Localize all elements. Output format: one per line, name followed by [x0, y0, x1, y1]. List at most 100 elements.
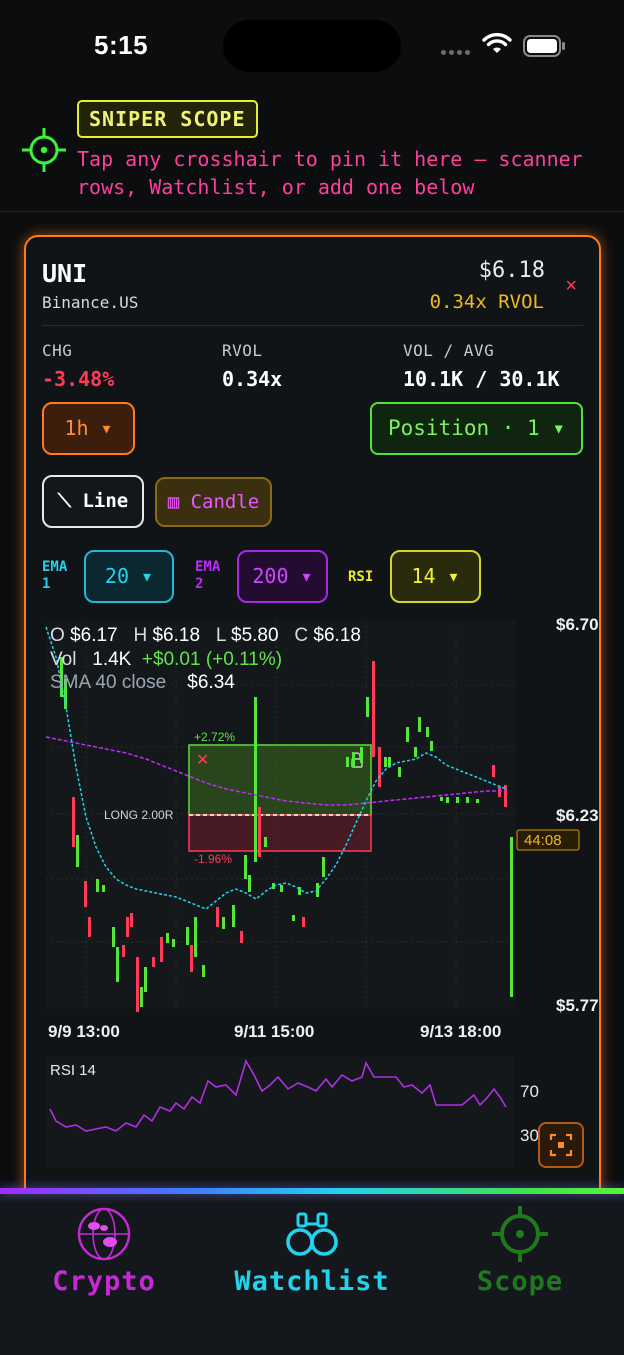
scope-hint-text: Tap any crosshair to pin it here — scann…: [77, 147, 583, 199]
crosshair-icon: [22, 128, 66, 172]
candle: [264, 837, 267, 847]
candle: [216, 907, 219, 927]
candle: [398, 767, 401, 777]
rsi-level-70: 70: [520, 1082, 539, 1101]
x-label-3: 9/13 18:00: [420, 1022, 501, 1041]
x-label-1: 9/9 13:00: [48, 1022, 120, 1041]
candle: [160, 937, 163, 962]
candle: [190, 945, 193, 972]
ema2-label: EMA 2: [195, 559, 221, 592]
sma-readout: SMA 40 close $6.34: [50, 672, 235, 693]
tabbar-accent-line: [0, 1188, 624, 1194]
tab-crypto-label: Crypto: [52, 1266, 156, 1297]
tab-crypto[interactable]: Crypto: [0, 1200, 208, 1310]
battery-icon: [523, 35, 565, 57]
candle: [440, 797, 443, 801]
symbol-name: UNI: [42, 259, 88, 288]
line-chart-button[interactable]: ⟍ Line: [42, 475, 144, 528]
tab-scope[interactable]: Scope: [416, 1200, 624, 1310]
candle: [456, 797, 459, 803]
candle-chart-button[interactable]: ▥ Candle: [155, 477, 272, 527]
tp-percent: +2.72%: [194, 730, 235, 744]
candle: [492, 765, 495, 777]
position-dropdown[interactable]: Position · 1 ▾: [370, 402, 583, 455]
rsi-level-30: 30: [520, 1126, 539, 1145]
candle: [166, 933, 169, 943]
candle: [136, 957, 139, 1012]
candle: [406, 727, 409, 742]
candle: [232, 905, 235, 927]
candle: [140, 987, 143, 1007]
candle: [144, 967, 147, 992]
card-divider: [42, 325, 583, 326]
last-price: $6.18: [478, 258, 545, 283]
status-time: 5:15: [94, 30, 149, 60]
candle: [510, 837, 513, 997]
x-label-2: 9/11 15:00: [234, 1022, 314, 1041]
candle: [258, 807, 261, 857]
candle: [384, 757, 387, 767]
rvol-label: RVOL: [222, 341, 263, 360]
ema1-dropdown[interactable]: 20 ▾: [84, 550, 174, 603]
tab-watchlist[interactable]: Watchlist: [208, 1200, 416, 1310]
rsi-label: RSI: [348, 569, 374, 585]
volume-readout: Vol 1.4K +$0.01 (+0.11%): [50, 649, 283, 670]
ema1-label: EMA 1: [42, 559, 68, 592]
candle: [498, 787, 501, 797]
vol-avg-label: VOL / AVG: [403, 341, 495, 360]
candle: [360, 747, 363, 763]
candle: [254, 697, 257, 862]
crosshair-icon: [492, 1206, 548, 1262]
tab-scope-label: Scope: [476, 1266, 564, 1297]
y-label-top: $6.70: [556, 617, 599, 634]
ema2-dropdown[interactable]: 200 ▾: [237, 550, 328, 603]
sl-percent: -1.96%: [194, 852, 232, 866]
candle: [112, 927, 115, 947]
candle: [240, 931, 243, 943]
dynamic-island: [223, 20, 401, 72]
candle: [426, 727, 429, 737]
candle: [152, 957, 155, 967]
candle: [292, 915, 295, 921]
price-chart[interactable]: +2.72% -1.96% LONG 2.00R ✕ $6.70 $6.23 4…: [26, 617, 601, 1177]
candle: [418, 717, 421, 732]
candle: [244, 855, 247, 879]
tab-watchlist-label: Watchlist: [234, 1266, 390, 1297]
candle: [366, 697, 369, 717]
candle-countdown: 44:08: [524, 832, 562, 849]
candle: [172, 939, 175, 947]
candle: [126, 917, 129, 937]
candle: [248, 875, 251, 892]
candle: [476, 799, 479, 803]
scope-fullscreen-button[interactable]: [538, 1122, 584, 1168]
candle: [322, 857, 325, 877]
stop-loss-zone[interactable]: [188, 814, 372, 852]
candle: [352, 752, 355, 767]
globe-icon: [77, 1207, 131, 1261]
rvol-badge: 0.34x RVOL: [429, 291, 544, 313]
vol-avg-value: 10.1K / 30.1K: [403, 367, 560, 391]
candle: [372, 661, 375, 757]
timeframe-dropdown[interactable]: 1h ▾: [42, 402, 135, 455]
candle: [88, 917, 91, 937]
candle: [466, 797, 469, 803]
binoculars-icon: [286, 1212, 338, 1256]
candle: [202, 965, 205, 977]
candle: [302, 917, 305, 927]
candle: [446, 797, 449, 803]
expand-crosshair-icon: [549, 1133, 573, 1157]
sniper-scope-badge: SNIPER SCOPE: [77, 100, 258, 138]
rsi-dropdown[interactable]: 14 ▾: [390, 550, 481, 603]
rvol-value: 0.34x: [222, 367, 283, 391]
rsi-panel: [46, 1057, 514, 1167]
sniper-scope-header: SNIPER SCOPE Tap any crosshair to pin it…: [0, 90, 624, 212]
candle: [378, 747, 381, 787]
candle: [102, 885, 105, 892]
candle: [186, 927, 189, 945]
candle: [116, 947, 119, 982]
remove-position-icon[interactable]: ✕: [196, 752, 209, 769]
cellular-icon: [441, 50, 470, 55]
candle: [96, 879, 99, 892]
ohlc-readout: O $6.17 H $6.18 L $5.80 C $6.18: [50, 625, 361, 646]
close-icon[interactable]: ×: [565, 275, 577, 298]
